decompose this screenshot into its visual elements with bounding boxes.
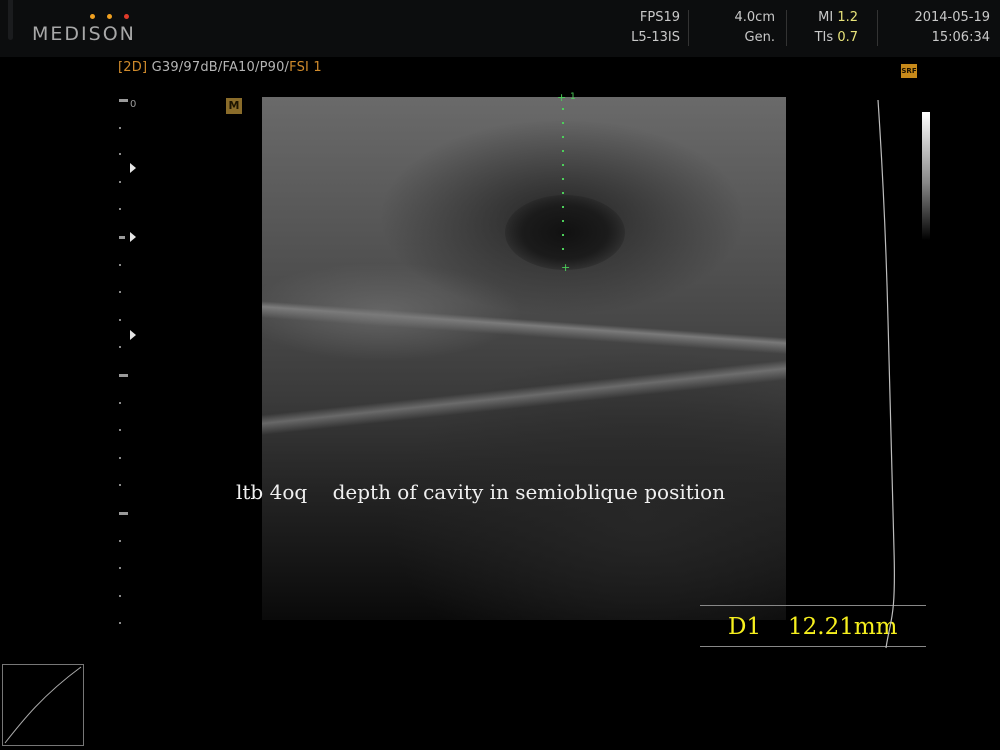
fsi-label: FSI 1 <box>289 60 322 75</box>
probe-name: L5-13IS <box>631 30 680 45</box>
mi-row: MI 1.2 <box>818 10 858 25</box>
caliper-end-icon[interactable]: + <box>561 262 570 273</box>
focus-marker-icon[interactable] <box>130 232 136 242</box>
annotation-caption: ltb 4oq depth of cavity in semioblique p… <box>236 480 726 504</box>
brand-dots <box>90 14 135 22</box>
focus-marker-icon[interactable] <box>130 163 136 173</box>
scale-tick <box>119 429 121 431</box>
header-edge-tab <box>8 0 13 40</box>
brand-dot-icon <box>124 14 129 19</box>
depth-scale <box>114 95 144 635</box>
scale-tick <box>119 319 121 321</box>
gain-params: G39/97dB/FA10/P90/ <box>151 60 290 75</box>
header-divider <box>786 10 787 46</box>
depth-block: 4.0cm Gen. <box>700 8 776 48</box>
srf-badge-icon: SRF <box>901 64 917 78</box>
depth-value: 4.0cm <box>734 10 776 25</box>
scale-tick <box>119 236 125 239</box>
brand-logo: MEDISON <box>32 23 136 45</box>
tgc-curve <box>877 100 895 649</box>
brand-dot-icon <box>90 14 95 19</box>
ultrasound-image <box>262 97 786 620</box>
scale-tick <box>119 484 121 486</box>
scale-tick <box>119 512 128 515</box>
scale-tick <box>119 99 128 102</box>
safety-index-block: MI 1.2 TIs 0.7 <box>795 8 858 48</box>
cavity-region <box>505 195 625 270</box>
brand-dot-icon <box>107 14 112 19</box>
scale-tick <box>119 208 121 210</box>
mode-label: [2D] <box>118 60 148 75</box>
measurement-label: D1 <box>728 614 762 640</box>
fps-value: FPS19 <box>639 10 680 25</box>
scale-tick <box>119 595 121 597</box>
scale-tick <box>119 181 121 183</box>
imaging-parameters: [2D] G39/97dB/FA10/P90/FSI 1 <box>118 60 322 75</box>
caliper-start-icon[interactable]: + <box>557 92 566 103</box>
caliper-number: 1 <box>570 92 576 102</box>
mi-value: 1.2 <box>837 10 858 25</box>
header-divider <box>688 10 689 46</box>
datetime-block: 2014-05-19 15:06:34 <box>895 8 990 48</box>
scale-tick <box>119 291 121 293</box>
exam-date: 2014-05-19 <box>914 10 990 25</box>
gamma-preview <box>2 664 84 746</box>
tis-value: 0.7 <box>837 30 858 45</box>
caliper-line <box>562 108 564 260</box>
depth-zero-label: 0 <box>130 99 137 110</box>
scale-tick <box>119 127 121 129</box>
top-info-bar: MEDISON FPS19 L5-13IS 4.0cm Gen. MI 1.2 … <box>0 0 1000 57</box>
scale-tick <box>119 402 121 404</box>
grayscale-bar <box>922 112 930 240</box>
scale-tick <box>119 540 121 542</box>
tis-row: TIs 0.7 <box>814 30 858 45</box>
scale-tick <box>119 346 121 348</box>
scale-tick <box>119 567 121 569</box>
scale-tick <box>119 264 121 266</box>
scale-tick <box>119 153 121 155</box>
scale-tick <box>119 457 121 459</box>
header-divider <box>877 10 878 46</box>
m-marker-icon: M <box>226 98 242 114</box>
frame-rate-block: FPS19 L5-13IS <box>600 8 680 48</box>
focus-marker-icon[interactable] <box>130 330 136 340</box>
scale-tick <box>119 622 121 624</box>
exam-time: 15:06:34 <box>931 30 990 45</box>
preset-name: Gen. <box>744 30 775 45</box>
scale-tick <box>119 374 128 377</box>
